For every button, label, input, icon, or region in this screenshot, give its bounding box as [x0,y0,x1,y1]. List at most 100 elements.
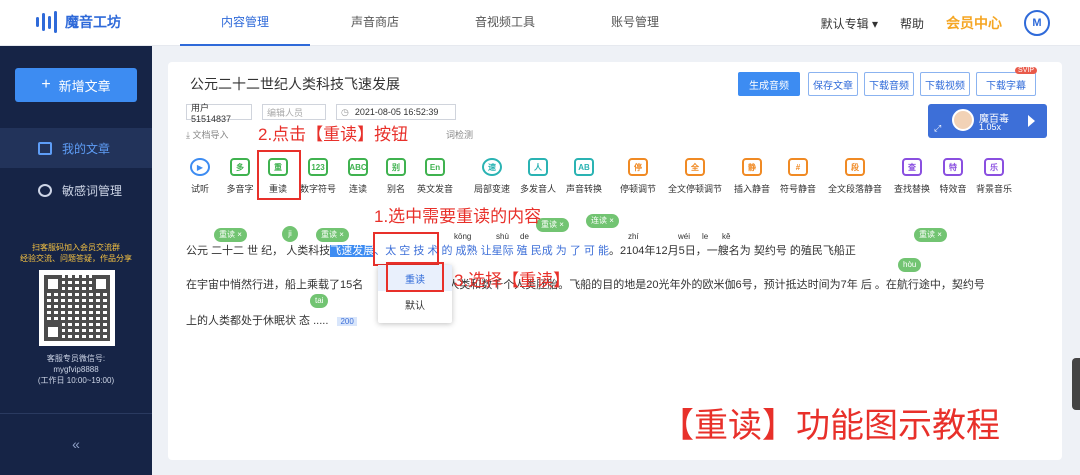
qr-note-line: 扫客服码加入会员交流群 [32,243,120,252]
liaison-icon: ABC [348,158,368,176]
tool-label: 英文发音 [416,184,453,194]
tool-english-pron[interactable]: En 英文发音 [412,158,458,198]
nav-voice-store[interactable]: 声音商店 [310,0,440,46]
member-center-link[interactable]: 会员中心 [946,13,1002,33]
tool-label: 符号静音 [779,184,816,194]
play-icon[interactable] [1028,115,1035,127]
paragraph-icon: 段 [845,158,865,176]
sidebar-item-label: 我的文章 [62,141,111,156]
service-line: 客服专员微信号: [46,354,106,363]
text-span: 契约号 [753,245,787,257]
help-link[interactable]: 帮助 [900,15,924,32]
shield-icon [38,183,52,197]
download-video-button[interactable]: 下载视频 [920,72,970,96]
text-line: 上的人类都处于休眠状 态 ..... 200 [186,312,357,328]
liaison-tag[interactable]: 连读 × [586,214,619,228]
tool-local-speed[interactable]: 速局部变速 [470,158,514,198]
tool-paragraph-silence[interactable]: 段全文段落静音 [822,158,888,198]
text-line: 公元 二十二 世 纪， 人类科技飞速发展、太 空 技 术 的 成熟 让星际 殖 … [186,242,856,258]
text-span: 人类 [286,245,309,257]
selected-text[interactable]: 飞速发展 [330,245,375,257]
pause-icon: 停 [628,158,648,176]
text-span: 成熟 [455,245,478,257]
download-subtitle-button[interactable]: 下载字幕 SVIP [976,67,1037,96]
tool-alias[interactable]: 别别名 [380,158,412,198]
nav-media-tools[interactable]: 音视频工具 [440,0,570,46]
tool-insert-silence[interactable]: 静插入静音 [730,158,774,198]
expand-icon: ⤢ [934,123,942,133]
reread-tag[interactable]: 重读 × [214,228,247,242]
nav-account[interactable]: 账号管理 [570,0,700,46]
new-article-label: 新增文章 [58,78,111,94]
tool-multi-speaker[interactable]: 人多发音人 [516,158,560,198]
tool-voice-convert[interactable]: AB 声音转换 [562,158,606,198]
tool-symbol-silence[interactable]: # 符号静音 [776,158,820,198]
document-title[interactable]: 公元二十二世纪人类科技飞速发展 [190,74,400,94]
tool-background-music[interactable]: 乐背景音乐 [972,158,1016,198]
tool-polyphone[interactable]: 多多音字 [224,158,256,198]
save-article-button[interactable]: 保存文章 [808,72,858,96]
sidebar-item-label: 敏感词管理 [62,183,123,198]
tool-label: 局部变速 [473,184,510,194]
tool-full-pause-adjust[interactable]: 全全文停顿调节 [662,158,728,198]
voice-selector[interactable]: ⤢ 魔百毒 1.05x [928,104,1047,138]
tool-find-replace[interactable]: 查查找替换 [890,158,934,198]
tool-label: 停顿调节 [619,184,656,194]
collapse-sidebar-button[interactable]: « [0,413,152,475]
tool-number-symbol[interactable]: 123 数字符号 [298,158,338,198]
polyphone-icon: 多 [230,158,250,176]
datetime-value: 2021-08-05 16:52:39 [354,107,439,117]
new-article-button[interactable]: + 新增文章 [15,68,137,102]
editor-field[interactable]: 编辑人员 [262,104,326,120]
nav-content-management[interactable]: 内容管理 [180,0,310,46]
sidebar-item-sensitive-words[interactable]: 敏感词管理 [0,170,152,210]
tool-label: 连读 [348,184,367,194]
download-audio-button[interactable]: 下载音频 [864,72,914,96]
pinyin-tag[interactable]: ji [282,226,298,242]
tool-label: 数字符号 [299,184,336,194]
tool-label: 全文段落静音 [827,184,882,194]
word-check-link[interactable]: 词检测 [446,128,473,141]
user-avatar[interactable]: M [1024,10,1050,36]
qr-code [39,270,115,346]
import-document-link[interactable]: ⤓ 文档导入 [186,128,229,141]
tool-sound-effect[interactable]: 特特效音 [936,158,970,198]
pinyin: shù [496,232,509,241]
tool-label: 多发音人 [519,184,556,194]
speed-icon: 速 [482,158,502,176]
text-span: 在宇宙中悄然行进，船上乘载了15名 [186,279,364,291]
app-logo[interactable]: 魔音工坊 [36,11,121,33]
tool-label: 查找替换 [893,184,930,194]
tool-preview[interactable]: ▶ 试听 [184,158,216,198]
effect-icon: 特 [943,158,963,176]
album-select[interactable]: 默认专辑 ▾ [821,15,878,32]
pinyin: zhí [628,232,639,241]
tool-liaison[interactable]: ABC 连读 [342,158,374,198]
music-icon: 乐 [984,158,1004,176]
editing-toolbar: ▶ 试听 多多音字 重重读 123 数字符号 ABC 连读 别别名 En 英文发音 速局… [184,158,1054,198]
book-icon [38,141,52,155]
silence-icon: 静 [742,158,762,176]
reread-tag[interactable]: 重读 × [914,228,947,242]
sidebar-item-my-articles[interactable]: 我的文章 [0,128,152,168]
voice-avatar [952,109,974,131]
option-default[interactable]: 默认 [378,291,452,317]
reread-tag[interactable]: 重读 × [316,228,349,242]
pinyin: le [702,232,709,241]
text-span: 让星际 殖 民成 为 了 可 能 [480,245,609,257]
nav-right: 默认专辑 ▾ 帮助 会员中心 M [799,0,1050,46]
generate-audio-button[interactable]: 生成音频 [738,72,800,96]
caret-down-icon: ▾ [871,16,878,31]
annotation-step-3: 3.选择【重读】 [454,271,571,290]
text-span: 200 [337,317,357,326]
tool-pause-adjust[interactable]: 停停顿调节 [616,158,660,198]
top-navigation-bar: 魔音工坊 内容管理 声音商店 音视频工具 账号管理 默认专辑 ▾ 帮助 会员中心… [0,0,1080,46]
user-field: 用户51514837 [186,103,252,124]
tool-label: 特效音 [939,184,967,194]
pinyin-tag[interactable]: hòu [898,258,922,272]
alias-icon: 别 [386,158,406,176]
pinyin-tag[interactable]: tai [310,294,329,308]
service-wechat-id: mygfvip8888 [53,365,99,374]
datetime-field[interactable]: ◷ 2021-08-05 16:52:39 [336,104,456,120]
side-widget[interactable] [1072,358,1080,410]
